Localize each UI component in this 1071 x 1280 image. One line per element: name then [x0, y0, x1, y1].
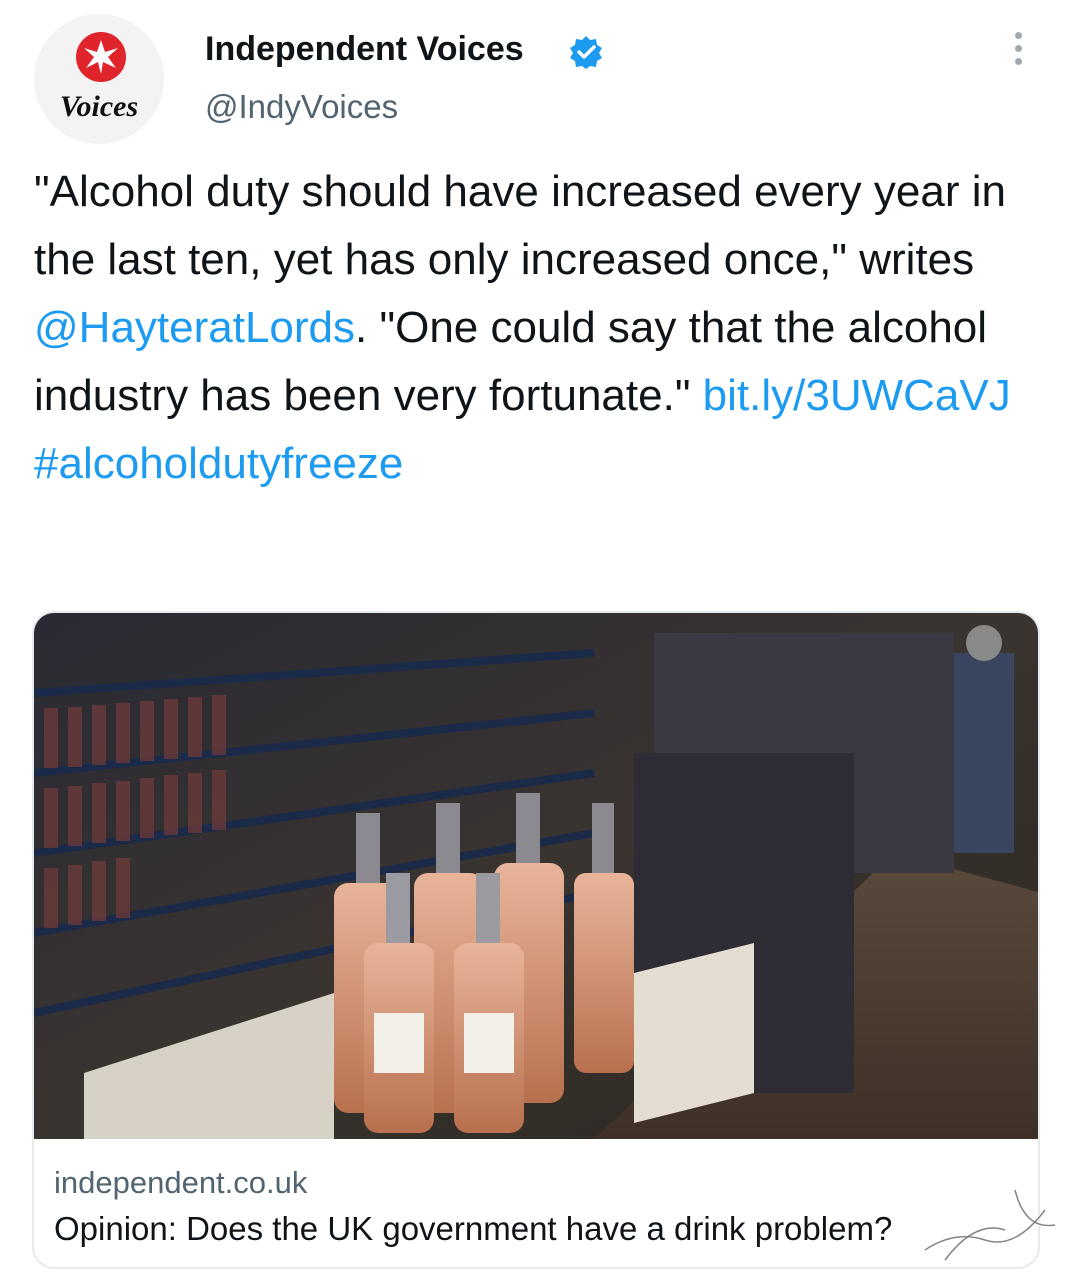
- author-name[interactable]: Independent Voices: [205, 30, 524, 69]
- verified-badge-icon: [570, 36, 602, 69]
- card-image[interactable]: [34, 613, 1040, 1139]
- tweet-text: "Alcohol duty should have increased ever…: [34, 158, 1044, 498]
- eagle-logo-icon: [76, 32, 126, 82]
- author-handle[interactable]: @IndyVoices: [205, 88, 398, 126]
- card-title: Opinion: Does the UK government have a d…: [54, 1210, 893, 1247]
- card-domain: independent.co.uk: [54, 1165, 308, 1200]
- avatar-label: Voices: [59, 90, 139, 123]
- tweet-header: Voices Independent Voices @IndyVoices: [0, 0, 1071, 150]
- avatar[interactable]: Voices: [34, 14, 164, 144]
- link-card[interactable]: independent.co.uk Opinion: Does the UK g…: [32, 611, 1040, 1269]
- calligraphy-watermark: [923, 1189, 1056, 1262]
- tweet-text-part1: "Alcohol duty should have increased ever…: [34, 167, 1006, 284]
- hashtag-link[interactable]: #alcoholdutyfreeze: [34, 439, 403, 488]
- mention-link[interactable]: @HayteratLords: [34, 303, 355, 352]
- url-link[interactable]: bit.ly/3UWCaVJ: [703, 371, 1011, 420]
- more-options-icon[interactable]: [1008, 32, 1028, 72]
